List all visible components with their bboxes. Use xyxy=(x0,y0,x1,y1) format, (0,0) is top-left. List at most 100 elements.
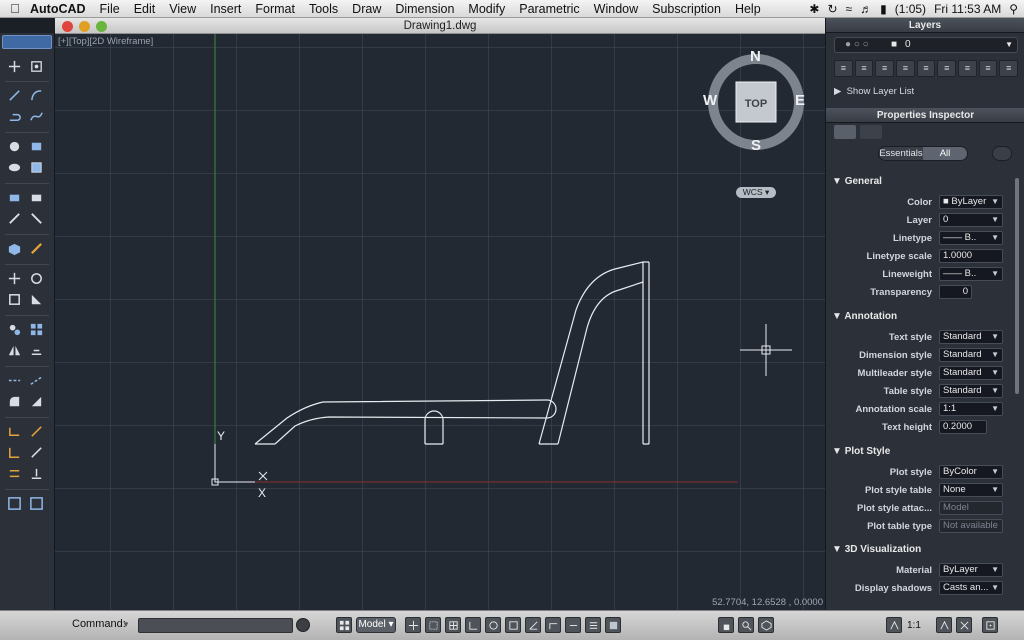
display-shadows-select[interactable]: Casts an... ▼ xyxy=(939,581,1003,595)
layout-grid-icon[interactable] xyxy=(336,617,352,633)
layer-value-select[interactable]: 0 ▼ xyxy=(939,213,1003,227)
annotation-section[interactable]: ▼ Annotation xyxy=(832,311,897,322)
workspace-gear-icon[interactable] xyxy=(956,617,972,633)
viewcube-east-label[interactable]: E xyxy=(795,92,805,109)
essentials-option[interactable]: Essentials xyxy=(879,147,923,160)
chevron-down-icon[interactable]: ▼ xyxy=(122,620,130,629)
multileader-style-select[interactable]: Standard ▼ xyxy=(939,366,1003,380)
spotlight-icon[interactable]: ⚲ xyxy=(1009,2,1018,16)
annotation-visibility-icon[interactable] xyxy=(886,617,902,633)
spline-icon[interactable] xyxy=(27,107,45,125)
layer-tool-9-icon[interactable]: ≡ xyxy=(999,60,1019,77)
close-window-button[interactable] xyxy=(62,21,73,32)
boundary-icon[interactable] xyxy=(5,209,23,227)
dynamic-input-icon[interactable] xyxy=(565,617,581,633)
brush-icon[interactable] xyxy=(27,239,45,257)
annotation-scale-label[interactable]: 1:1 xyxy=(907,620,921,631)
dimension-icon[interactable] xyxy=(5,422,23,440)
linetype-select[interactable]: —— B.. ▼ xyxy=(939,231,1003,245)
zoom-window-icon[interactable] xyxy=(5,494,23,512)
array-icon[interactable] xyxy=(27,320,45,338)
transparency-display-icon[interactable] xyxy=(605,617,621,633)
leader-icon[interactable] xyxy=(27,443,45,461)
app-name-menu[interactable]: AutoCAD xyxy=(30,2,86,16)
layer-tool-8-icon[interactable]: ≡ xyxy=(978,60,998,77)
ellipse-icon[interactable] xyxy=(5,158,23,176)
aligned-dim-icon[interactable] xyxy=(27,422,45,440)
menu-draw[interactable]: Draw xyxy=(352,2,381,16)
line-icon[interactable] xyxy=(5,86,23,104)
model-space-button[interactable]: Model ▾ xyxy=(356,617,396,633)
layer-tool-5-icon[interactable]: ≡ xyxy=(916,60,936,77)
panel-scrollbar[interactable] xyxy=(1015,178,1019,394)
linetype-scale-input[interactable]: 1.0000 xyxy=(939,249,1003,263)
polyline-icon[interactable] xyxy=(5,107,23,125)
transparency-input[interactable]: 0 xyxy=(939,285,972,299)
offset-icon[interactable] xyxy=(27,341,45,359)
grid-icon[interactable] xyxy=(425,617,441,633)
region-icon[interactable] xyxy=(27,158,45,176)
annotation-scale-select[interactable]: 1:1 ▼ xyxy=(939,402,1003,416)
rotate-icon[interactable] xyxy=(27,269,45,287)
angular-dim-icon[interactable] xyxy=(5,443,23,461)
apple-icon[interactable]:  xyxy=(0,1,30,16)
point-icon[interactable] xyxy=(5,57,23,75)
viewcube-top-face[interactable]: TOP xyxy=(737,98,775,110)
viewcube-west-label[interactable]: W xyxy=(703,92,717,109)
text-height-input[interactable]: 0.2000 xyxy=(939,420,987,434)
hatch-icon[interactable] xyxy=(5,188,23,206)
drawing-canvas[interactable]: [+][Top][2D Wireframe] Y TOP N S E W WCS… xyxy=(55,34,825,610)
scale-icon[interactable] xyxy=(5,290,23,308)
plot-style-section[interactable]: ▼ Plot Style xyxy=(832,446,890,457)
layer-select[interactable]: ● ○ ○ ■ 0 ▼ xyxy=(834,37,1018,53)
table-style-select[interactable]: Standard ▼ xyxy=(939,384,1003,398)
layer-tool-2-icon[interactable]: ≡ xyxy=(854,60,874,77)
grip-edit-icon[interactable] xyxy=(27,57,45,75)
command-history-button[interactable] xyxy=(296,618,310,632)
arc-icon[interactable] xyxy=(27,86,45,104)
clock[interactable]: Fri 11:53 AM xyxy=(934,2,1001,16)
clean-screen-icon[interactable] xyxy=(982,617,998,633)
text-style-select[interactable]: Standard ▼ xyxy=(939,330,1003,344)
zoom-magnifier-icon[interactable] xyxy=(738,617,754,633)
fillet-icon[interactable] xyxy=(5,392,23,410)
layer-tool-3-icon[interactable]: ≡ xyxy=(875,60,895,77)
stretch-icon[interactable] xyxy=(27,290,45,308)
menu-dimension[interactable]: Dimension xyxy=(395,2,454,16)
minimize-window-button[interactable] xyxy=(79,21,90,32)
rectangle-icon[interactable] xyxy=(27,137,45,155)
layer-tool-7-icon[interactable]: ≡ xyxy=(958,60,977,77)
orbit-cube-icon[interactable] xyxy=(758,617,774,633)
lineweight-select[interactable]: —— B.. ▼ xyxy=(939,267,1003,281)
visualization-section[interactable]: ▼ 3D Visualization xyxy=(832,544,921,555)
dimension-style-select[interactable]: Standard ▼ xyxy=(939,348,1003,362)
ortho-icon[interactable] xyxy=(445,617,461,633)
plot-style-select[interactable]: ByColor ▼ xyxy=(939,465,1003,479)
text-icon[interactable] xyxy=(27,464,45,482)
menu-tools[interactable]: Tools xyxy=(309,2,338,16)
pencil-icon[interactable] xyxy=(992,146,1012,161)
pan-hand-icon[interactable] xyxy=(718,617,734,633)
zoom-window-button[interactable] xyxy=(96,21,107,32)
menu-parametric[interactable]: Parametric xyxy=(519,2,579,16)
wcs-menu-button[interactable]: WCS ▾ xyxy=(736,187,776,198)
zoom-previous-icon[interactable] xyxy=(27,494,45,512)
polar-tracking-icon[interactable] xyxy=(465,617,481,633)
circle-icon[interactable] xyxy=(5,137,23,155)
time-machine-icon[interactable]: ↻ xyxy=(827,2,837,16)
menu-view[interactable]: View xyxy=(169,2,196,16)
viewcube-north-label[interactable]: N xyxy=(750,48,761,65)
menu-format[interactable]: Format xyxy=(255,2,295,16)
menu-insert[interactable]: Insert xyxy=(210,2,241,16)
battery-icon[interactable]: ▮ xyxy=(880,2,887,16)
all-option[interactable]: All xyxy=(923,147,967,160)
dynamic-ucs-icon[interactable] xyxy=(545,617,561,633)
menu-subscription[interactable]: Subscription xyxy=(652,2,721,16)
bluetooth-icon[interactable]: ✱ xyxy=(809,2,819,16)
plot-style-table-select[interactable]: None ▼ xyxy=(939,483,1003,497)
mirror-icon[interactable] xyxy=(5,341,23,359)
command-input[interactable] xyxy=(138,618,293,633)
copy-icon[interactable] xyxy=(5,320,23,338)
layer-tool-4-icon[interactable]: ≡ xyxy=(896,60,915,77)
snap-icon[interactable] xyxy=(405,617,421,633)
